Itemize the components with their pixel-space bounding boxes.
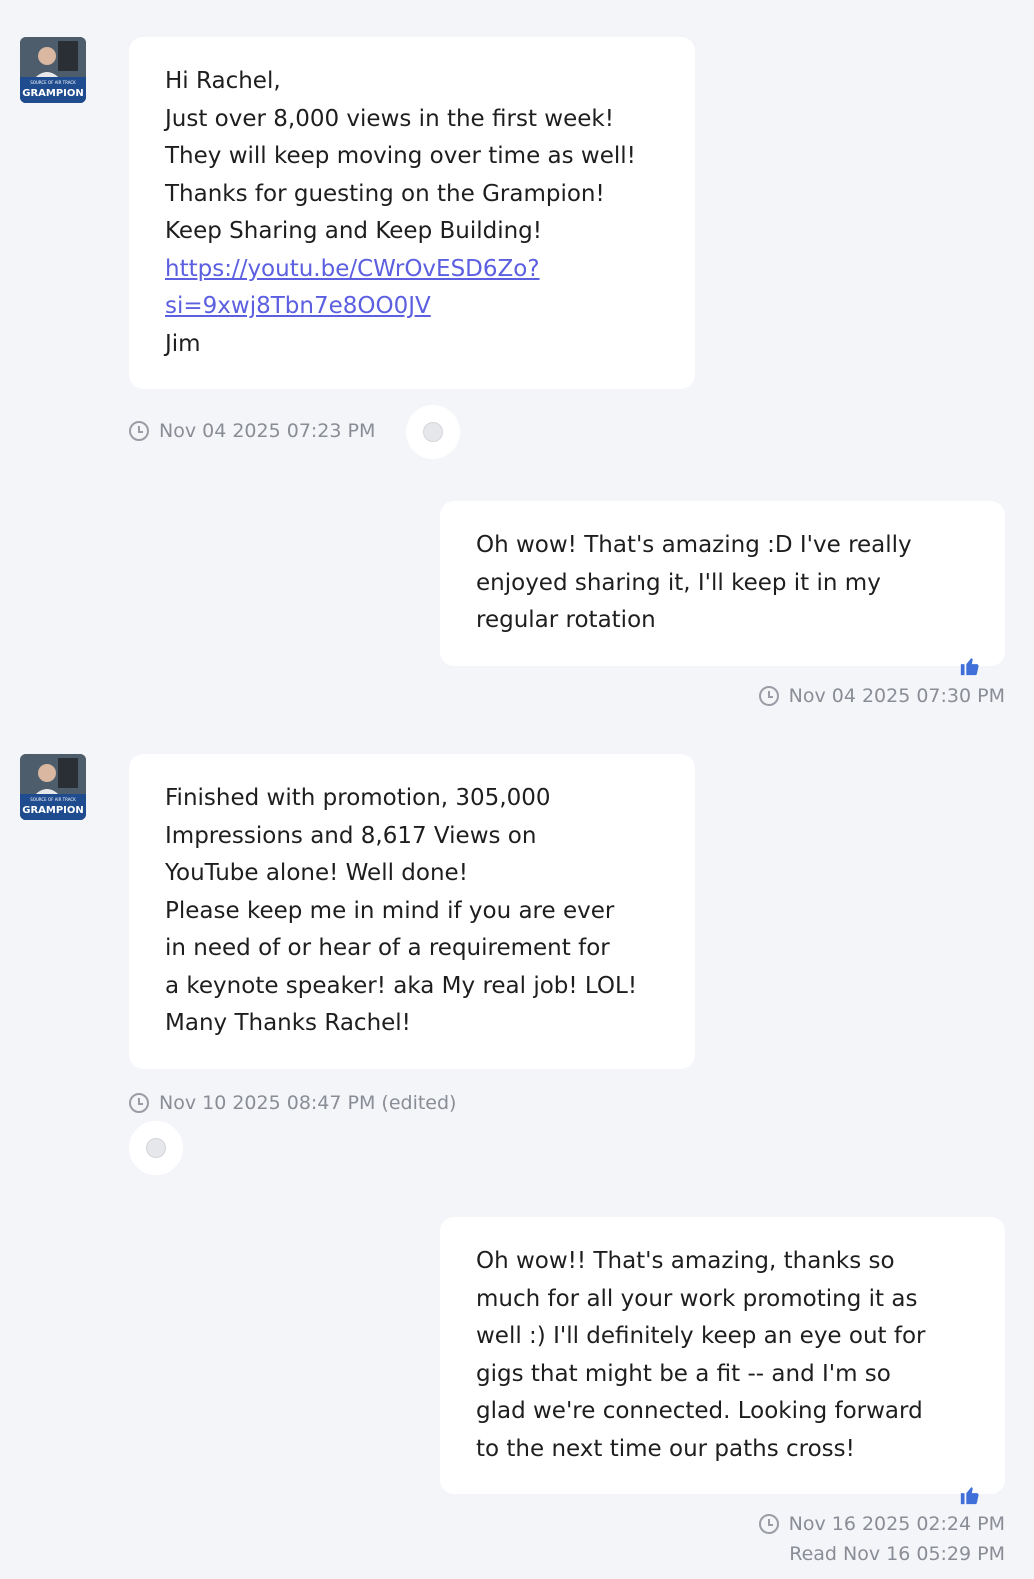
read-receipt: Read Nov 16 05:29 PM <box>789 1543 1005 1565</box>
avatar-image: SOURCE OF AIR TRACK GRAMPION <box>20 37 86 103</box>
message-timestamp: Nov 04 2025 07:23 PM <box>129 420 375 442</box>
avatar-brand: GRAMPION <box>22 88 84 99</box>
youtube-link[interactable]: si=9xwj8Tbn7e8OO0JV <box>165 288 661 326</box>
timestamp-text: Nov 16 2025 02:24 PM <box>788 1513 1005 1535</box>
clock-icon <box>129 421 149 441</box>
message-line: Just over 8,000 views in the first week! <box>165 105 614 132</box>
avatar-tagline: SOURCE OF AIR TRACK <box>30 80 76 85</box>
message-timestamp: Nov 10 2025 08:47 PM (edited) <box>129 1092 456 1114</box>
message-line: Many Thanks Rachel! <box>165 1010 411 1036</box>
thumbs-up-icon[interactable] <box>959 655 981 677</box>
timestamp-text: Nov 04 2025 07:23 PM <box>159 420 376 442</box>
message-timestamp: Nov 04 2025 07:30 PM <box>758 685 1005 707</box>
message-bubble-outgoing: Oh wow!! That's amazing, thanks so much … <box>440 1217 1005 1494</box>
message-line: glad we're connected. Looking forward <box>476 1398 923 1424</box>
message-line: to the next time our paths cross! <box>476 1435 855 1462</box>
message-line: enjoyed sharing it, I'll keep it in my <box>476 569 881 596</box>
message-line: YouTube alone! Well done! <box>165 860 468 886</box>
message-line: Hi Rachel, <box>165 68 281 94</box>
message-line: regular rotation <box>476 607 656 633</box>
clock-icon <box>758 686 779 706</box>
message-bubble-incoming: Hi Rachel, Just over 8,000 views in the … <box>129 37 695 389</box>
message-line: Thanks for guesting on the Grampion! <box>165 180 605 207</box>
message-line: They will keep moving over time as well! <box>165 143 636 169</box>
clock-icon <box>758 1514 779 1534</box>
message-timestamp: Nov 16 2025 02:24 PM <box>758 1513 1005 1535</box>
message-bubble-outgoing: Oh wow! That's amazing :D I've really en… <box>440 501 1005 666</box>
message-line: a keynote speaker! aka My real job! LOL! <box>165 972 638 999</box>
timestamp-text: Nov 04 2025 07:30 PM <box>788 685 1005 707</box>
message-line: Oh wow! That's amazing :D I've really <box>476 532 912 558</box>
add-reaction-button[interactable] <box>129 1121 183 1175</box>
message-line: Keep Sharing and Keep Building! <box>165 218 543 244</box>
smiley-icon <box>423 422 443 442</box>
sender-avatar[interactable]: SOURCE OF AIR TRACK GRAMPION <box>20 754 86 820</box>
message-line: much for all your work promoting it as <box>476 1285 918 1312</box>
message-line: gigs that might be a fit -- and I'm so <box>476 1360 891 1387</box>
message-line: Impressions and 8,617 Views on <box>165 822 537 849</box>
message-line: in need of or hear of a requirement for <box>165 935 610 961</box>
clock-icon <box>129 1093 149 1113</box>
message-bubble-incoming: Finished with promotion, 305,000 Impress… <box>129 754 695 1069</box>
thumbs-up-icon[interactable] <box>959 1484 981 1506</box>
add-reaction-button[interactable] <box>406 405 460 459</box>
smiley-icon <box>146 1138 166 1158</box>
message-signature: Jim <box>165 330 201 357</box>
message-line: well :) I'll definitely keep an eye out … <box>476 1323 926 1349</box>
timestamp-text: Nov 10 2025 08:47 PM (edited) <box>159 1092 457 1114</box>
avatar-image: SOURCE OF AIR TRACK GRAMPION <box>20 754 86 820</box>
message-line: Finished with promotion, 305,000 <box>165 785 551 811</box>
sender-avatar[interactable]: SOURCE OF AIR TRACK GRAMPION <box>20 37 86 103</box>
youtube-link[interactable]: https://youtu.be/CWrOvESD6Zo? <box>165 251 661 289</box>
avatar-tagline: SOURCE OF AIR TRACK <box>30 797 76 802</box>
message-line: Oh wow!! That's amazing, thanks so <box>476 1248 895 1274</box>
avatar-brand: GRAMPION <box>22 805 84 816</box>
message-line: Please keep me in mind if you are ever <box>165 897 615 924</box>
